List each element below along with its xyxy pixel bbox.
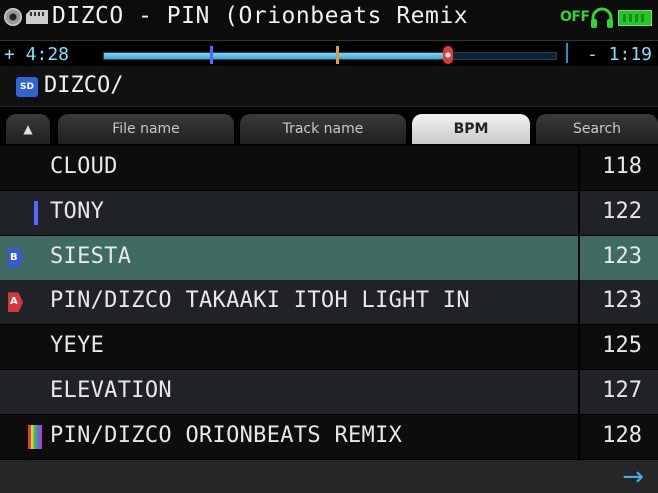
battery-icon (618, 10, 652, 26)
sd-card-icon: SD (16, 77, 38, 97)
elapsed-time: + 4:28 (4, 44, 70, 65)
track-progress-bar[interactable] (103, 46, 557, 64)
track-bpm: 128 (602, 422, 642, 448)
memory-card-icon (26, 10, 48, 24)
cue-marker-icon (34, 200, 38, 225)
track-name-cell: ELEVATION (0, 370, 578, 414)
track-row[interactable]: PIN/DIZCO ORIONBEATS REMIX 128 (0, 414, 658, 459)
track-name: ELEVATION (50, 378, 172, 403)
tab-track-name[interactable]: Track name (240, 114, 406, 144)
next-arrow-icon[interactable]: → (622, 462, 644, 492)
track-name: CLOUD (50, 154, 118, 179)
track-row[interactable]: SIESTA 123 B (0, 235, 658, 280)
track-list: CLOUD 118 TONY 122 SIESTA 123 B PIN/DIZCO TAKAA… (0, 146, 658, 460)
remaining-time-box: - 1:19 (566, 43, 656, 65)
track-name: SIESTA (50, 243, 132, 269)
bpm-cell: 123 (580, 280, 658, 325)
tab-search[interactable]: Search (536, 114, 658, 144)
track-bpm: 125 (602, 333, 642, 359)
track-row[interactable]: TONY 122 (0, 190, 658, 235)
track-name: YEYE (50, 333, 105, 359)
track-row[interactable]: PIN/DIZCO TAKAAKI ITOH LIGHT IN 123 A (0, 280, 658, 325)
remaining-time: - 1:19 (586, 44, 652, 65)
track-name-cell: CLOUD (0, 146, 578, 190)
track-row[interactable]: CLOUD 118 (0, 146, 658, 190)
headphones-icon (591, 7, 613, 28)
track-name-cell: PIN/DIZCO ORIONBEATS REMIX (0, 414, 578, 459)
track-name-cell: PIN/DIZCO TAKAAKI ITOH LIGHT IN (0, 280, 578, 325)
output-status-badge: OFF (560, 9, 590, 25)
cue-marker (210, 46, 213, 64)
bpm-cell: 118 (580, 146, 658, 190)
track-row[interactable]: YEYE 125 (0, 325, 658, 370)
path-bar: SD DIZCO/ (0, 66, 658, 107)
bpm-cell: 127 (580, 370, 658, 414)
bpm-cell: 123 (580, 235, 658, 280)
bpm-cell: 125 (580, 325, 658, 370)
track-bpm: 123 (602, 243, 642, 269)
bpm-cell: 122 (580, 190, 658, 235)
track-name: PIN/DIZCO TAKAAKI ITOH LIGHT IN (50, 288, 470, 314)
track-row[interactable]: ELEVATION 127 (0, 370, 658, 414)
footer-bar: → (0, 460, 658, 493)
playback-bar: + 4:28 - 1:19 (0, 40, 658, 67)
cue-marker (336, 46, 339, 64)
track-name-cell: TONY (0, 190, 578, 235)
track-bpm: 127 (602, 378, 642, 403)
disc-icon (4, 8, 22, 26)
progress-fill (104, 53, 448, 59)
tab-file-name[interactable]: File name (58, 114, 234, 144)
track-bpm: 118 (602, 154, 642, 179)
tab-bpm[interactable]: BPM (412, 114, 530, 144)
sort-tabs: ▲ File name Track name BPM Search (0, 107, 658, 145)
now-playing-title: DIZCO - PIN (Orionbeats Remix (52, 3, 469, 29)
track-name: PIN/DIZCO ORIONBEATS REMIX (50, 422, 403, 448)
track-name-cell: YEYE (0, 325, 578, 370)
track-name: TONY (50, 198, 105, 224)
title-bar: DIZCO - PIN (Orionbeats Remix OFF (0, 0, 658, 40)
current-folder-path: DIZCO/ (44, 73, 124, 98)
color-tag-icon (28, 424, 42, 449)
sort-direction-button[interactable]: ▲ (6, 114, 50, 144)
track-bpm: 123 (602, 288, 642, 314)
bpm-cell: 128 (580, 414, 658, 459)
track-bpm: 122 (602, 198, 642, 224)
playhead[interactable] (442, 46, 453, 64)
track-name-cell: SIESTA (0, 235, 578, 280)
